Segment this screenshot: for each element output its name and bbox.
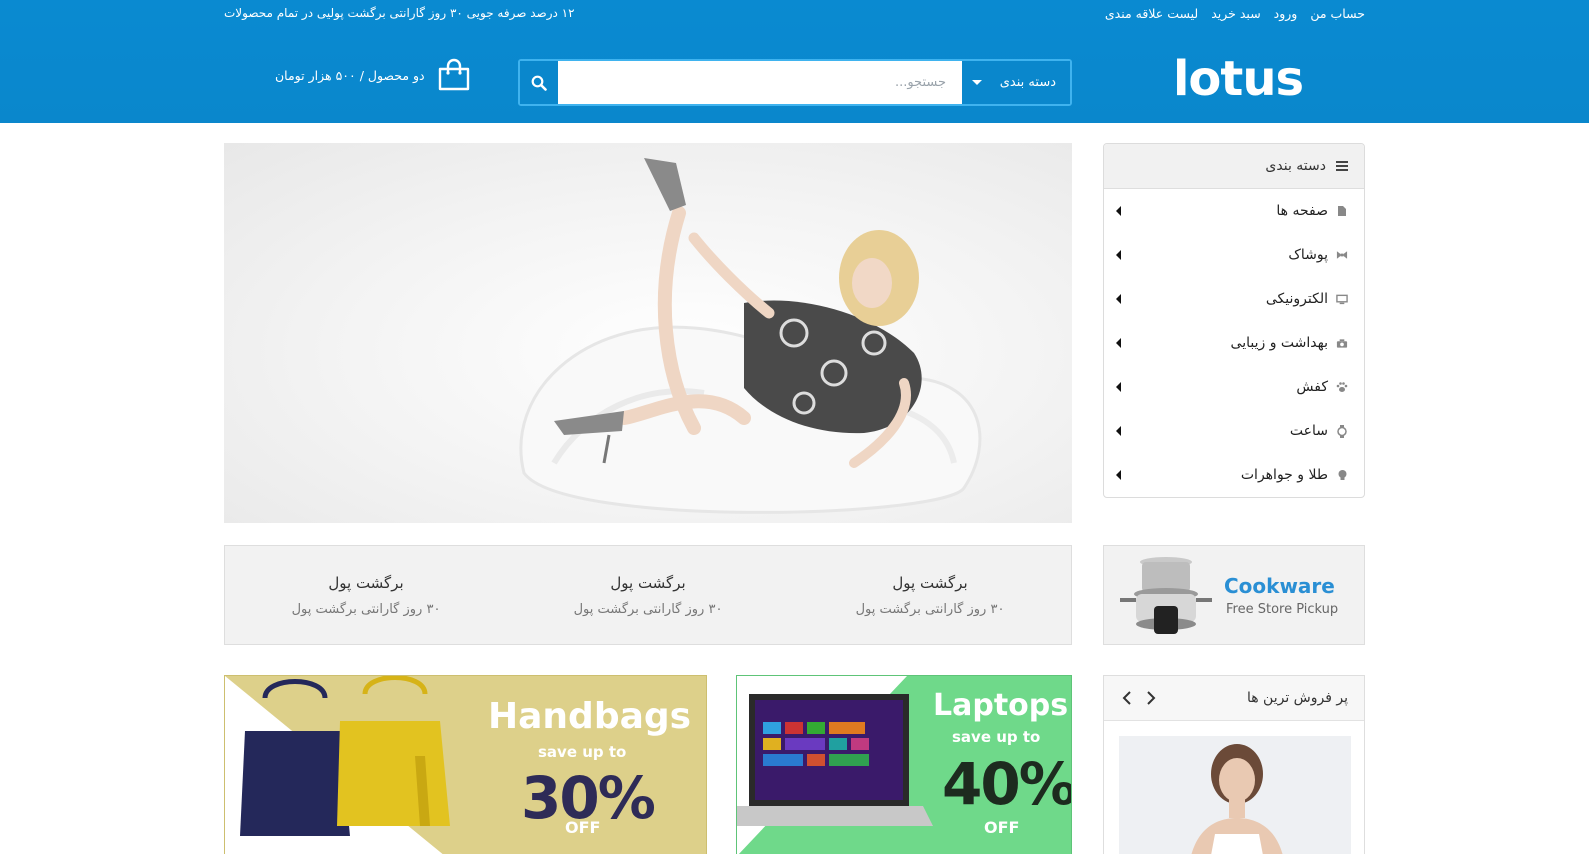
cookware-subtitle: Free Store Pickup [1226,602,1339,617]
feature-title: برگشت پول [610,573,686,592]
category-item-clothing[interactable]: پوشاک [1104,233,1364,277]
laptops-save-text: save up to [952,728,1041,746]
cookware-banner[interactable]: Cookware Free Store Pickup [1103,545,1365,645]
category-menu: دسته بندی صفحه ها پوشاک الکترونیکی بهداش… [1103,143,1365,498]
login-link[interactable]: ورود [1274,6,1298,21]
category-item-shoes[interactable]: کفش [1104,365,1364,409]
handbags-banner[interactable]: Handbags save up to 30% OFF [224,675,707,854]
feature-box: برگشت پول ۳۰ روز گارانتی برگشت پول [789,546,1071,644]
watch-icon [1336,424,1348,438]
cookware-title: Cookware [1224,574,1335,598]
laptops-banner[interactable]: Laptops save up to 40% OFF [736,675,1072,854]
feature-box: برگشت پول ۳۰ روز گارانتی برگشت پول [225,546,507,644]
chevron-left-icon [1116,382,1121,392]
category-item-label: صفحه ها [1276,203,1328,219]
handbags-off-label: OFF [565,818,601,837]
laptops-title: Laptops [933,688,1069,723]
cart-link[interactable]: سبد خرید [1211,6,1260,21]
bestsellers-widget: پر فروش ترین ها [1103,675,1365,854]
menu-icon [1336,161,1348,171]
category-item-label: کفش [1296,379,1328,395]
search-bar: دسته بندی [518,59,1072,106]
laptops-off-label: OFF [984,818,1020,837]
handbags-title: Handbags [488,696,692,737]
chevron-left-icon [1116,470,1121,480]
feature-title: برگشت پول [892,573,968,592]
category-item-electronics[interactable]: الکترونیکی [1104,277,1364,321]
cookware-image [1120,557,1212,634]
feature-subtitle: ۳۰ روز گارانتی برگشت پول [573,601,723,617]
category-item-label: ساعت [1289,423,1328,439]
file-icon [1336,205,1348,217]
mini-cart[interactable]: دو محصول / ۵۰۰ هزار تومان [275,58,471,92]
bow-tie-icon [1336,249,1348,261]
wishlist-link[interactable]: لیست علاقه مندی [1105,6,1198,21]
category-item-pages[interactable]: صفحه ها [1104,189,1364,233]
top-bar: ۱۲ درصد صرفه جویی ۳۰ روز گارانتی برگشت پ… [0,0,1589,30]
cart-summary: دو محصول / ۵۰۰ هزار تومان [275,67,425,83]
category-select[interactable]: دسته بندی [962,61,1070,104]
my-account-link[interactable]: حساب من [1310,6,1365,21]
feature-subtitle: ۳۰ روز گارانتی برگشت پول [291,601,441,617]
category-item-watches[interactable]: ساعت [1104,409,1364,453]
hero-slider[interactable] [224,143,1072,523]
bestsellers-title: پر فروش ترین ها [1246,690,1348,706]
category-item-beauty[interactable]: بهداشت و زیبایی [1104,321,1364,365]
chevron-left-icon [1116,294,1121,304]
bestseller-product-image[interactable] [1119,736,1351,854]
category-menu-header[interactable]: دسته بندی [1104,144,1364,189]
category-select-label: دسته بندی [999,75,1056,90]
feature-subtitle: ۳۰ روز گارانتی برگشت پول [855,601,1005,617]
promo-text: ۱۲ درصد صرفه جویی ۳۰ روز گارانتی برگشت پ… [224,6,575,20]
chevron-right-icon [1147,691,1156,705]
shopping-bag-icon [438,58,469,91]
feature-title: برگشت پول [328,573,404,592]
bestsellers-nav [1118,689,1160,707]
chevron-left-icon [1116,426,1121,436]
chevron-left-icon [1116,206,1121,216]
category-item-label: پوشاک [1288,247,1328,263]
category-item-label: الکترونیکی [1265,291,1328,307]
camera-icon [1336,337,1348,349]
site-logo[interactable]: lotus [1172,50,1304,108]
monitor-icon [1336,293,1348,305]
top-links: حساب من ورود سبد خرید لیست علاقه مندی [1105,6,1365,21]
search-input[interactable] [558,61,962,104]
category-item-label: بهداشت و زیبایی [1230,335,1328,351]
features-strip: برگشت پول ۳۰ روز گارانتی برگشت پول برگشت… [224,545,1072,645]
paw-icon [1336,381,1348,393]
hero-model-image [519,158,982,514]
feature-box: برگشت پول ۳۰ روز گارانتی برگشت پول [507,546,789,644]
handbags-save-text: save up to [538,743,627,761]
next-button[interactable] [1142,689,1160,707]
chevron-left-icon [1122,691,1131,705]
search-icon [531,75,547,91]
category-item-jewelry[interactable]: طلا و جواهرات [1104,453,1364,497]
laptops-percent: 40% [942,750,1072,818]
bestsellers-header: پر فروش ترین ها [1104,676,1364,721]
search-button[interactable] [520,61,558,104]
chevron-left-icon [1116,250,1121,260]
gem-icon [1336,469,1348,481]
chevron-down-icon [972,80,982,85]
prev-button[interactable] [1118,689,1136,707]
site-header: ۱۲ درصد صرفه جویی ۳۰ روز گارانتی برگشت پ… [0,0,1589,123]
chevron-left-icon [1116,338,1121,348]
category-menu-title: دسته بندی [1265,158,1326,174]
category-item-label: طلا و جواهرات [1240,467,1328,483]
